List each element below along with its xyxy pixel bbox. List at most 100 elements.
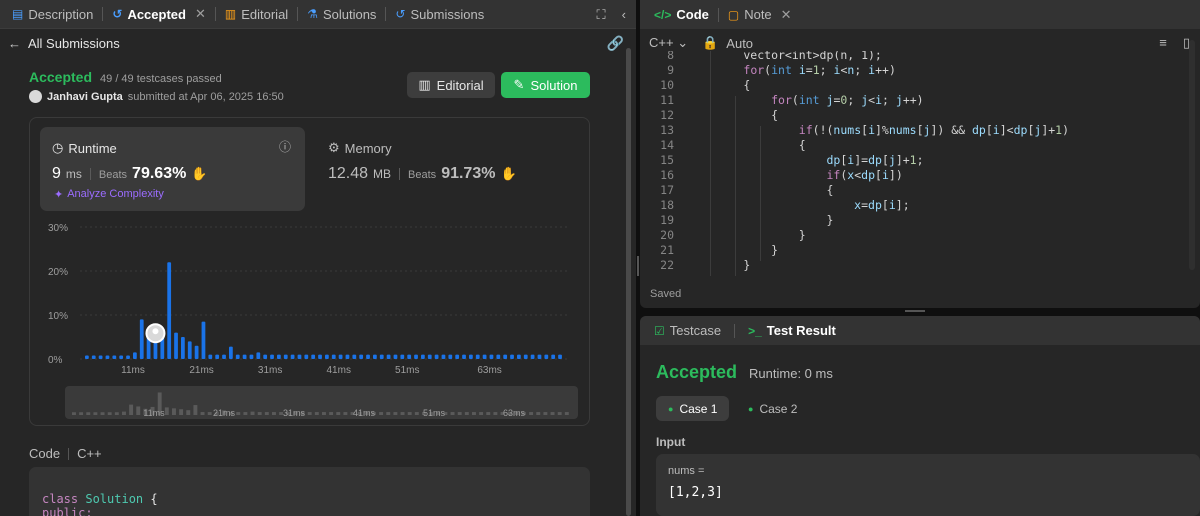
runtime-card[interactable]: ◷ Runtime ⓘ 9 ms Beats 79.63% ✋ ✦ Analyz… (40, 127, 305, 211)
y-tick-label: 20% (48, 267, 68, 278)
avatar[interactable] (29, 90, 42, 103)
code-line: 22 } (640, 258, 1200, 273)
chart-bar (318, 354, 322, 359)
overview-bar (400, 412, 405, 415)
tab-description[interactable]: ▤ Description (6, 0, 99, 29)
overview-bar (200, 412, 205, 415)
arrow-left-icon[interactable]: ← (8, 36, 21, 51)
indent-guide (760, 126, 761, 261)
overview-bar (557, 412, 562, 415)
chart-bar (270, 354, 274, 359)
y-tick-label: 30% (48, 223, 68, 234)
input-label: Input (656, 435, 686, 449)
code-line: 17 { (640, 183, 1200, 198)
tab-test-result[interactable]: >_ Test Result (742, 316, 842, 345)
tab-divider (214, 7, 216, 21)
line-number: 15 (660, 153, 674, 167)
chevron-left-icon[interactable]: ‹ (622, 7, 626, 22)
chart-bar (530, 354, 535, 359)
submission-status: Accepted 49 / 49 testcases passed (29, 69, 222, 85)
code-line: 12 { (640, 108, 1200, 123)
result-status-text: Accepted (656, 362, 738, 382)
code-lines[interactable]: 8 vector<int>dp(n, 1); 9 for(int i=1; i<n… (640, 51, 1200, 276)
overview-bar (379, 412, 384, 415)
tab-accepted[interactable]: ↺ Accepted ✕ (106, 0, 212, 29)
line-number: 16 (660, 168, 674, 182)
overview-tick-label: 11ms (143, 408, 165, 418)
line-code: { (688, 138, 806, 152)
author-row: Janhavi Gupta submitted at Apr 06, 2025 … (29, 90, 284, 103)
overview-bar (122, 411, 126, 415)
splitter-handle[interactable] (637, 256, 639, 276)
line-number: 17 (660, 183, 674, 197)
code-line: class Solution { (42, 492, 158, 506)
chart-bar (242, 354, 247, 359)
link-icon[interactable]: 🔗 (607, 35, 624, 52)
line-number: 20 (660, 228, 674, 242)
submitted-code[interactable]: class Solution { public: (29, 467, 590, 516)
line-number: 18 (660, 198, 674, 212)
code-line: 8 vector<int>dp(n, 1); (640, 51, 1200, 63)
format-icon[interactable]: ≡ (1159, 35, 1167, 51)
chart-bar (263, 354, 268, 359)
saved-status: Saved (650, 288, 682, 300)
all-submissions-link[interactable]: All Submissions (28, 36, 120, 51)
language-select[interactable]: C++ ⌄ (649, 35, 688, 51)
pass-dot-icon: ● (668, 403, 674, 414)
author-name[interactable]: Janhavi Gupta (47, 91, 123, 103)
info-icon[interactable]: ⓘ (279, 138, 291, 155)
case-2-tab[interactable]: ● Case 2 (736, 396, 809, 421)
editor-tools: ≡ ▯ (1159, 35, 1190, 51)
close-icon[interactable]: ✕ (781, 7, 792, 23)
memory-card[interactable]: ⚙ Memory 12.48 MB Beats 91.73% ✋ (316, 127, 581, 211)
overview-tick-label: 41ms (353, 408, 376, 418)
left-tab-tools: ⛶ ‹ (597, 0, 626, 29)
chart-bar (434, 354, 439, 359)
overview-tick-label: 51ms (423, 408, 446, 418)
history-icon: ↺ (112, 7, 123, 21)
x-tick-label: 41ms (326, 365, 350, 376)
overview-bar (329, 412, 334, 415)
close-icon[interactable]: ✕ (195, 6, 206, 22)
chart-bar (181, 337, 185, 359)
overview-bar (179, 409, 184, 415)
chart-bar (256, 352, 261, 359)
overview-bar (550, 412, 555, 415)
tab-solutions[interactable]: ⚗ Solutions (301, 0, 382, 29)
tab-submissions[interactable]: ↺ Submissions (389, 0, 490, 29)
line-code: x=dp[i]; (854, 198, 910, 212)
user-marker-head (152, 328, 159, 335)
runtime-distribution-chart[interactable]: 30% 20% 10% 0% 11ms 21ms 31ms 41ms 51ms 63ms 11ms 2… (40, 218, 585, 423)
case-1-tab[interactable]: ● Case 1 (656, 396, 730, 421)
editor-scrollbar[interactable] (1188, 40, 1196, 270)
horizontal-splitter-handle[interactable] (905, 310, 925, 312)
chart-bar (133, 352, 137, 359)
chart-bar (537, 354, 542, 359)
note-icon: ▢ (727, 7, 740, 22)
chart-bar (283, 354, 288, 359)
input-var-value: [1,2,3] (668, 485, 723, 500)
overview-bar (386, 412, 391, 415)
left-scrollbar[interactable] (626, 48, 631, 516)
overview-bar (407, 412, 412, 415)
maximize-icon[interactable]: ⛶ (597, 7, 606, 23)
solution-button[interactable]: ✎ Solution (501, 72, 590, 98)
chart-bar (379, 354, 384, 359)
overview-bar (564, 412, 569, 415)
chart-bar (112, 355, 117, 359)
chart-bar (421, 354, 425, 359)
analyze-complexity-link[interactable]: ✦ Analyze Complexity (54, 188, 164, 201)
tab-code[interactable]: </> Code (648, 0, 715, 29)
chart-bar (215, 354, 220, 359)
pass-dot-icon: ● (748, 403, 754, 414)
tab-testcase[interactable]: ☑ Testcase (648, 316, 727, 345)
overview-bar (186, 410, 191, 415)
editorial-button[interactable]: ▥ Editorial (407, 72, 495, 98)
chart-bar (352, 354, 357, 359)
line-number: 22 (660, 258, 674, 272)
code-line: 15 dp[i]=dp[j]+1; (640, 153, 1200, 168)
tab-note[interactable]: ▢ Note ✕ (722, 0, 798, 29)
tab-editorial[interactable]: ▥ Editorial (219, 0, 294, 29)
mode-label[interactable]: Auto (726, 36, 753, 51)
chart-bar (119, 355, 124, 359)
